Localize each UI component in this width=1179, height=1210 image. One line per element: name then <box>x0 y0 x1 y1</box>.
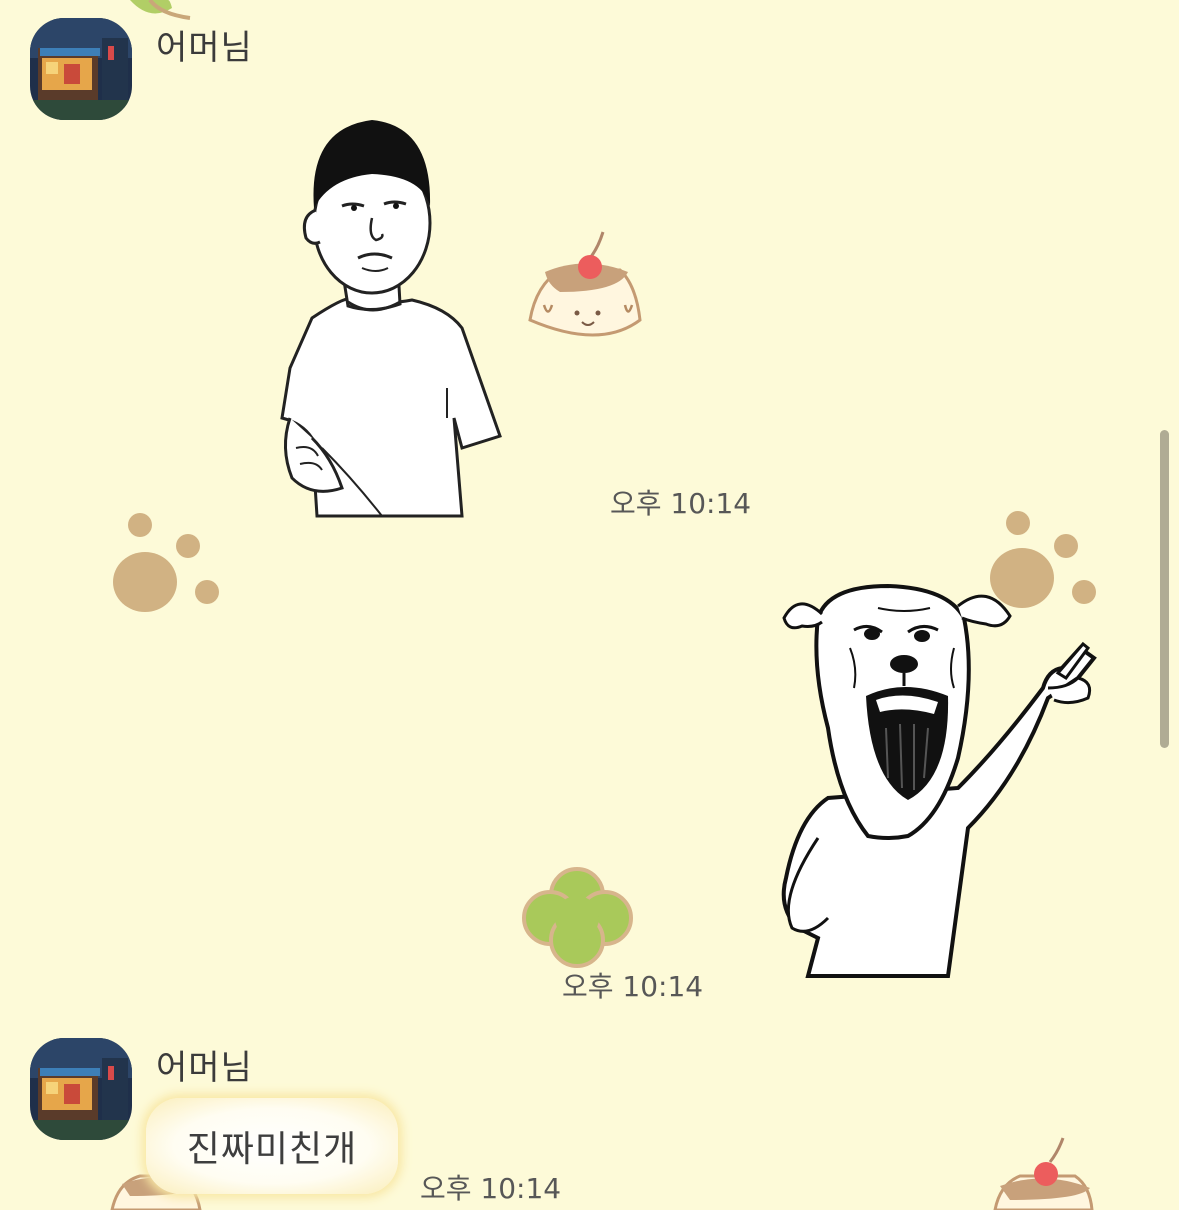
message-text: 진짜미친개 <box>186 1129 358 1170</box>
avatar[interactable] <box>30 18 132 120</box>
pudding-icon <box>528 231 642 337</box>
message-bubble[interactable]: 진짜미친개 <box>146 1098 398 1194</box>
message-time: 오후 10:14 <box>610 487 752 520</box>
clover-icon <box>522 867 633 968</box>
man-lifting-shirt-sticker[interactable] <box>272 118 512 518</box>
pudding-icon <box>993 1137 1094 1210</box>
screaming-dog-pointing-sticker[interactable] <box>758 578 1108 978</box>
paw-print-icon <box>113 513 219 612</box>
scrollbar[interactable] <box>1160 430 1169 748</box>
avatar-image <box>30 1038 132 1140</box>
sender-name: 어머님 <box>156 28 253 68</box>
avatar-image <box>30 18 132 120</box>
message-time: 오후 10:14 <box>420 1172 562 1205</box>
sender-name: 어머님 <box>156 1048 253 1088</box>
avatar[interactable] <box>30 1038 132 1140</box>
clover-icon <box>130 0 191 20</box>
message-time: 오후 10:14 <box>562 970 704 1003</box>
